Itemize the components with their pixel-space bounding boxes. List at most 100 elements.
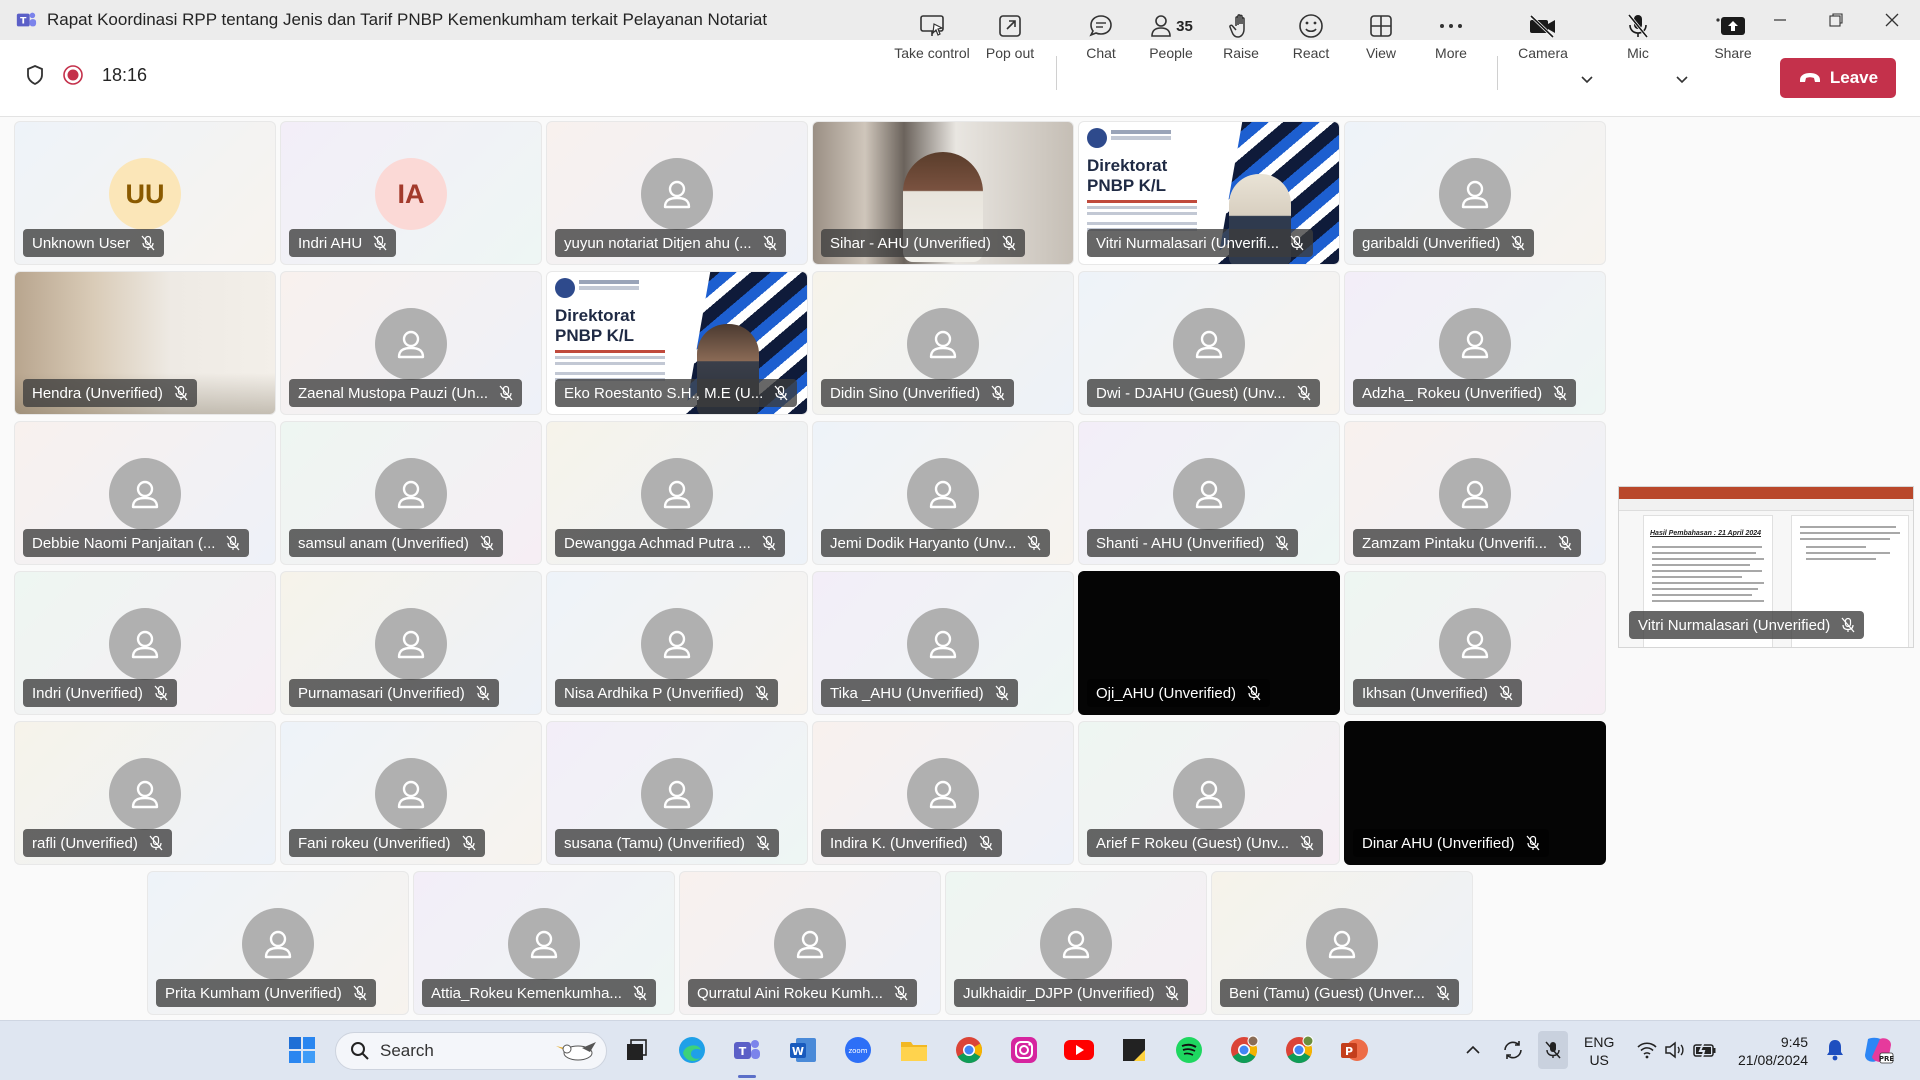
participant-mic-status (1510, 235, 1526, 251)
person-icon (663, 180, 691, 209)
participant-nameplate: Qurratul Aini Rokeu Kumh... (688, 979, 917, 1007)
participant-tile[interactable]: Tika _AHU (Unverified) (812, 571, 1074, 715)
taskbar-chrome-profile-1[interactable] (1228, 1034, 1260, 1066)
taskbar-instagram[interactable] (1008, 1034, 1040, 1066)
language-indicator[interactable]: ENG US (1584, 1033, 1614, 1069)
sync-icon[interactable] (1500, 1037, 1526, 1063)
person-icon (1195, 330, 1223, 359)
participant-tile[interactable]: Sihar - AHU (Unverified) (812, 121, 1074, 265)
participant-nameplate: Nisa Ardhika P (Unverified) (555, 679, 778, 707)
chat-button[interactable]: Chat (1063, 10, 1139, 68)
show-hidden-icons-chevron-icon[interactable] (1465, 1043, 1481, 1057)
participant-tile[interactable]: samsul anam (Unverified) (280, 421, 542, 565)
participant-tile[interactable]: IA Indri AHU (280, 121, 542, 265)
windows-start-icon (289, 1037, 315, 1063)
taskbar-youtube[interactable] (1063, 1034, 1095, 1066)
participant-name: Purnamasari (Unverified) (298, 684, 465, 702)
participant-tile[interactable]: Attia_Rokeu Kemenkumha... (413, 871, 675, 1015)
participant-nameplate: yuyun notariat Ditjen ahu (... (555, 229, 786, 257)
participant-tile[interactable]: rafli (Unverified) (14, 721, 276, 865)
take-control-button[interactable]: Take control (894, 10, 970, 68)
taskbar-zoom[interactable]: zoom (842, 1034, 874, 1066)
shield-icon[interactable] (24, 64, 46, 86)
participant-tile[interactable]: Hendra (Unverified) (14, 271, 276, 415)
speaker-icon[interactable] (1664, 1040, 1686, 1060)
participant-tile[interactable]: garibaldi (Unverified) (1344, 121, 1606, 265)
close-window-button[interactable] (1864, 0, 1920, 40)
notification-bell-icon[interactable] (1825, 1038, 1845, 1062)
mic-options-chevron-icon[interactable] (1673, 70, 1691, 88)
participant-tile[interactable]: Debbie Naomi Panjaitan (... (14, 421, 276, 565)
participant-name: Indri (Unverified) (32, 684, 143, 702)
participant-tile[interactable]: Indri (Unverified) (14, 571, 276, 715)
participant-tile[interactable]: Direktorat PNBP K/L Vitri Nurmalasari (Unv… (1078, 121, 1340, 265)
participant-tile[interactable]: Oji_AHU (Unverified) (1078, 571, 1340, 715)
taskbar-powerpoint[interactable]: P (1338, 1034, 1370, 1066)
start-button[interactable] (286, 1034, 318, 1066)
copilot-icon[interactable]: PRE (1862, 1035, 1894, 1065)
tray-mic-muted-button[interactable] (1538, 1031, 1568, 1069)
participant-tile[interactable]: Qurratul Aini Rokeu Kumh... (679, 871, 941, 1015)
participant-name: Sihar - AHU (Unverified) (830, 234, 991, 252)
participant-tile[interactable]: Prita Kumham (Unverified) (147, 871, 409, 1015)
participant-tile[interactable]: Didin Sino (Unverified) (812, 271, 1074, 415)
participant-tile[interactable]: Dwi - DJAHU (Guest) (Unv... (1078, 271, 1340, 415)
shared-screen-tile[interactable]: Hasil Pembahasan : 21 April 2024 Vitri N… (1618, 486, 1914, 648)
taskbar-chrome[interactable] (953, 1034, 985, 1066)
share-button[interactable]: Share (1695, 10, 1771, 68)
participant-tile[interactable]: susana (Tamu) (Unverified) (546, 721, 808, 865)
participant-tile[interactable]: Zaenal Mustopa Pauzi (Un... (280, 271, 542, 415)
taskbar-chrome-profile-2[interactable] (1283, 1034, 1315, 1066)
participant-tile[interactable]: Beni (Tamu) (Guest) (Unver... (1211, 871, 1473, 1015)
taskbar-sticky-notes[interactable] (1118, 1034, 1150, 1066)
participant-nameplate: Vitri Nurmalasari (Unverifi... (1087, 229, 1314, 257)
taskbar-teams[interactable]: T (731, 1034, 763, 1066)
muted-mic-icon (991, 385, 1005, 401)
people-button[interactable]: 35 People (1133, 10, 1209, 68)
participant-tile[interactable]: Julkhaidir_DJPP (Unverified) (945, 871, 1207, 1015)
participant-tile[interactable]: Dinar AHU (Unverified) (1344, 721, 1606, 865)
take-control-label: Take control (894, 45, 970, 61)
person-icon (131, 630, 159, 659)
participant-tile[interactable]: Jemi Dodik Haryanto (Unv... (812, 421, 1074, 565)
participant-tile[interactable]: Zamzam Pintaku (Unverifi... (1344, 421, 1606, 565)
participant-tile[interactable]: Arief F Rokeu (Guest) (Unv... (1078, 721, 1340, 865)
more-button[interactable]: More (1413, 10, 1489, 68)
participant-tile[interactable]: Direktorat PNBP K/L Eko Roestanto S.H., M.… (546, 271, 808, 415)
participant-mic-status (1274, 535, 1290, 551)
muted-mic-icon (755, 685, 769, 701)
taskbar-edge[interactable] (676, 1034, 708, 1066)
clock[interactable]: 9:45 21/08/2024 (1738, 1033, 1808, 1069)
participant-tile[interactable]: Fani rokeu (Unverified) (280, 721, 542, 865)
participant-tile[interactable]: Ikhsan (Unverified) (1344, 571, 1606, 715)
taskbar-word[interactable]: W (787, 1034, 819, 1066)
participant-tile[interactable]: Purnamasari (Unverified) (280, 571, 542, 715)
pop-out-button[interactable]: Pop out (972, 10, 1048, 68)
mic-button[interactable]: Mic (1600, 10, 1676, 68)
view-button[interactable]: View (1343, 10, 1419, 68)
participant-nameplate: Ikhsan (Unverified) (1353, 679, 1522, 707)
participant-tile[interactable]: Dewangga Achmad Putra ... (546, 421, 808, 565)
react-button[interactable]: React (1273, 10, 1349, 68)
participant-tile[interactable]: Shanti - AHU (Unverified) (1078, 421, 1340, 565)
search-icon (351, 1042, 369, 1060)
camera-options-chevron-icon[interactable] (1578, 70, 1596, 88)
leave-button[interactable]: Leave (1780, 58, 1896, 98)
participant-name: Zaenal Mustopa Pauzi (Un... (298, 384, 489, 402)
participant-tile[interactable]: Indira K. (Unverified) (812, 721, 1074, 865)
taskbar-spotify[interactable] (1173, 1034, 1205, 1066)
taskbar-search-input[interactable]: Search (335, 1032, 607, 1070)
wifi-icon[interactable] (1636, 1041, 1658, 1059)
participant-tile[interactable]: UU Unknown User (14, 121, 276, 265)
camera-button[interactable]: Camera (1505, 10, 1581, 68)
taskbar-file-explorer[interactable] (898, 1034, 930, 1066)
participant-tile[interactable]: yuyun notariat Ditjen ahu (... (546, 121, 808, 265)
participant-name: Qurratul Aini Rokeu Kumh... (697, 984, 883, 1002)
participant-tile[interactable]: Adzha_ Rokeu (Unverified) (1344, 271, 1606, 415)
task-view-button[interactable] (620, 1034, 652, 1066)
maximize-button[interactable] (1808, 0, 1864, 40)
battery-charging-icon[interactable] (1692, 1040, 1718, 1060)
participant-tile[interactable]: Nisa Ardhika P (Unverified) (546, 571, 808, 715)
participant-avatar (1173, 458, 1245, 530)
raise-hand-button[interactable]: Raise (1203, 10, 1279, 68)
